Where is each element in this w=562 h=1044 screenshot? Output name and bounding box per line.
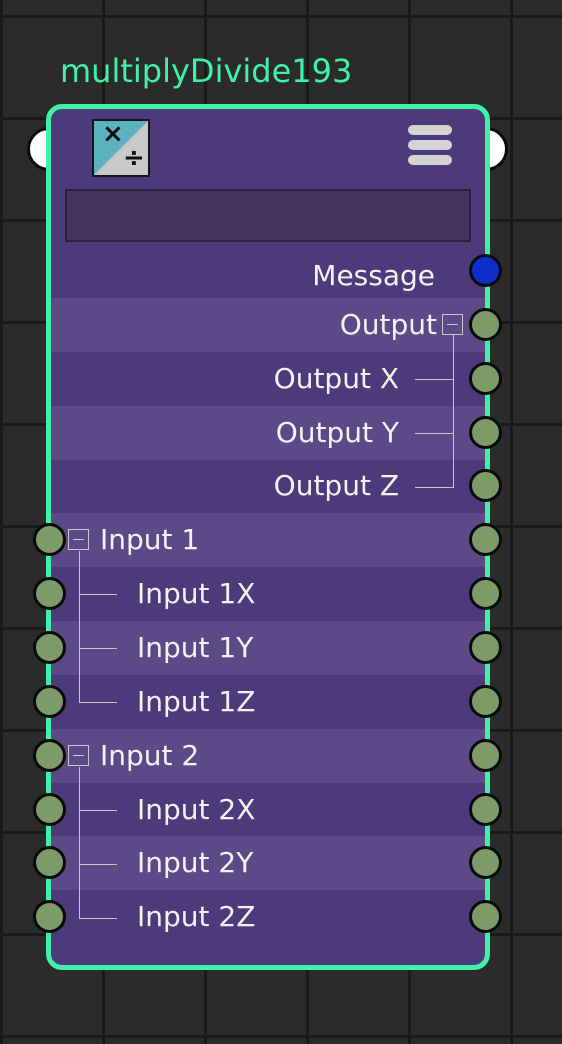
attr-label-output-x: Output X	[273, 362, 399, 395]
input1x-branch	[79, 594, 117, 595]
attr-row-input2y[interactable]: Input 2Y	[51, 836, 485, 890]
attr-label-message: Message	[312, 259, 435, 292]
input1z-input-port[interactable]	[33, 685, 66, 718]
input2-input-port[interactable]	[33, 739, 66, 772]
attr-label-input2: Input 2	[100, 739, 200, 772]
input2y-input-port[interactable]	[33, 846, 66, 879]
attr-label-output-y: Output Y	[275, 416, 399, 449]
node-name-field[interactable]	[65, 189, 471, 242]
attr-row-input2z[interactable]: Input 2Z	[51, 890, 485, 944]
attr-label-input2x: Input 2X	[137, 793, 256, 826]
output-z-port[interactable]	[469, 469, 502, 502]
node-title[interactable]: multiplyDivide193	[60, 52, 352, 90]
node-body[interactable]: × ÷ Message Output Output X Output Y Out…	[46, 104, 490, 970]
input2y-output-port[interactable]	[469, 846, 502, 879]
attr-row-message[interactable]: Message	[51, 249, 485, 303]
input2-output-port[interactable]	[469, 739, 502, 772]
input1-input-port[interactable]	[33, 523, 66, 556]
output-y-port[interactable]	[469, 416, 502, 449]
attr-label-output-z: Output Z	[273, 469, 399, 502]
attr-label-input2z: Input 2Z	[137, 900, 256, 933]
attr-row-output-z[interactable]: Output Z	[51, 459, 485, 513]
output-z-branch	[415, 487, 453, 488]
input1y-input-port[interactable]	[33, 631, 66, 664]
attr-label-input1x: Input 1X	[137, 577, 256, 610]
input2x-output-port[interactable]	[469, 793, 502, 826]
output-x-port[interactable]	[469, 362, 502, 395]
attr-label-input1: Input 1	[100, 523, 200, 556]
input2z-input-port[interactable]	[33, 900, 66, 933]
input2x-branch	[79, 810, 117, 811]
input2-tree-vertical	[79, 767, 80, 918]
input2z-branch	[79, 918, 117, 919]
input1z-output-port[interactable]	[469, 685, 502, 718]
input1x-input-port[interactable]	[33, 577, 66, 610]
output-y-branch	[415, 433, 453, 434]
attr-row-input2[interactable]: Input 2	[51, 729, 485, 783]
input1y-output-port[interactable]	[469, 631, 502, 664]
output-port[interactable]	[469, 308, 502, 341]
input1-collapse-toggle[interactable]	[68, 529, 89, 550]
output-tree-vertical	[453, 335, 454, 488]
attr-label-input1z: Input 1Z	[137, 685, 256, 718]
divide-glyph: ÷	[123, 143, 145, 173]
input1-output-port[interactable]	[469, 523, 502, 556]
input2x-input-port[interactable]	[33, 793, 66, 826]
input1-tree-vertical	[79, 551, 80, 702]
input2y-branch	[79, 864, 117, 865]
attr-label-input1y: Input 1Y	[137, 631, 254, 664]
attr-row-output[interactable]: Output	[51, 298, 485, 352]
input2z-output-port[interactable]	[469, 900, 502, 933]
multiply-glyph: ×	[102, 119, 124, 149]
input1y-branch	[79, 648, 117, 649]
attr-row-input1[interactable]: Input 1	[51, 513, 485, 567]
attr-label-output: Output	[339, 308, 437, 341]
node-options-menu-icon[interactable]	[408, 125, 452, 169]
input1x-output-port[interactable]	[469, 577, 502, 610]
attr-label-input2y: Input 2Y	[137, 846, 254, 879]
output-collapse-toggle[interactable]	[442, 314, 463, 335]
multiply-divide-icon: × ÷	[92, 119, 150, 177]
input1z-branch	[79, 702, 117, 703]
input2-collapse-toggle[interactable]	[68, 745, 89, 766]
message-output-port[interactable]	[469, 254, 502, 287]
output-x-branch	[415, 379, 453, 380]
